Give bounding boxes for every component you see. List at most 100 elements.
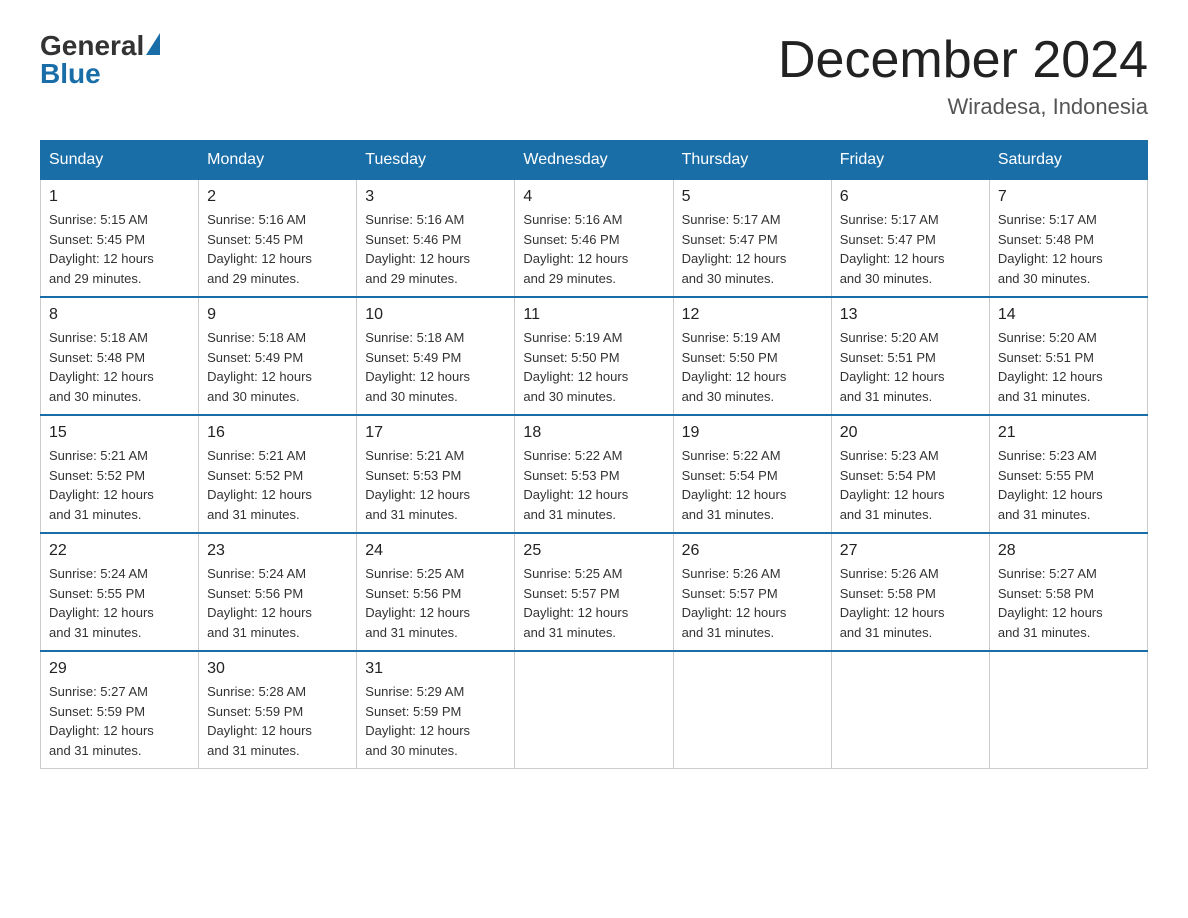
calendar-cell: 13 Sunrise: 5:20 AMSunset: 5:51 PMDaylig… [831, 297, 989, 415]
day-info: Sunrise: 5:22 AMSunset: 5:54 PMDaylight:… [682, 446, 823, 524]
calendar-week-1: 1 Sunrise: 5:15 AMSunset: 5:45 PMDayligh… [41, 180, 1148, 298]
day-number: 30 [207, 660, 348, 678]
calendar-cell: 30 Sunrise: 5:28 AMSunset: 5:59 PMDaylig… [199, 651, 357, 769]
day-number: 21 [998, 424, 1139, 442]
day-info: Sunrise: 5:19 AMSunset: 5:50 PMDaylight:… [523, 328, 664, 406]
day-number: 24 [365, 542, 506, 560]
day-info: Sunrise: 5:23 AMSunset: 5:54 PMDaylight:… [840, 446, 981, 524]
day-info: Sunrise: 5:22 AMSunset: 5:53 PMDaylight:… [523, 446, 664, 524]
day-info: Sunrise: 5:24 AMSunset: 5:55 PMDaylight:… [49, 564, 190, 642]
calendar-cell: 17 Sunrise: 5:21 AMSunset: 5:53 PMDaylig… [357, 415, 515, 533]
page-header: General Blue December 2024 Wiradesa, Ind… [40, 30, 1148, 120]
col-header-monday: Monday [199, 141, 357, 180]
day-number: 15 [49, 424, 190, 442]
day-info: Sunrise: 5:16 AMSunset: 5:46 PMDaylight:… [523, 210, 664, 288]
day-info: Sunrise: 5:25 AMSunset: 5:56 PMDaylight:… [365, 564, 506, 642]
day-info: Sunrise: 5:20 AMSunset: 5:51 PMDaylight:… [840, 328, 981, 406]
day-number: 11 [523, 306, 664, 324]
day-number: 2 [207, 188, 348, 206]
calendar-cell: 24 Sunrise: 5:25 AMSunset: 5:56 PMDaylig… [357, 533, 515, 651]
calendar-cell: 12 Sunrise: 5:19 AMSunset: 5:50 PMDaylig… [673, 297, 831, 415]
day-info: Sunrise: 5:26 AMSunset: 5:58 PMDaylight:… [840, 564, 981, 642]
calendar-cell: 8 Sunrise: 5:18 AMSunset: 5:48 PMDayligh… [41, 297, 199, 415]
calendar-cell: 19 Sunrise: 5:22 AMSunset: 5:54 PMDaylig… [673, 415, 831, 533]
day-info: Sunrise: 5:27 AMSunset: 5:58 PMDaylight:… [998, 564, 1139, 642]
day-number: 16 [207, 424, 348, 442]
day-info: Sunrise: 5:28 AMSunset: 5:59 PMDaylight:… [207, 682, 348, 760]
title-area: December 2024 Wiradesa, Indonesia [778, 30, 1148, 120]
day-number: 17 [365, 424, 506, 442]
calendar-week-4: 22 Sunrise: 5:24 AMSunset: 5:55 PMDaylig… [41, 533, 1148, 651]
logo-triangle-icon [146, 33, 160, 55]
day-number: 1 [49, 188, 190, 206]
calendar-cell: 16 Sunrise: 5:21 AMSunset: 5:52 PMDaylig… [199, 415, 357, 533]
calendar-cell: 1 Sunrise: 5:15 AMSunset: 5:45 PMDayligh… [41, 180, 199, 298]
calendar-cell: 23 Sunrise: 5:24 AMSunset: 5:56 PMDaylig… [199, 533, 357, 651]
day-info: Sunrise: 5:23 AMSunset: 5:55 PMDaylight:… [998, 446, 1139, 524]
calendar-cell: 10 Sunrise: 5:18 AMSunset: 5:49 PMDaylig… [357, 297, 515, 415]
day-info: Sunrise: 5:17 AMSunset: 5:48 PMDaylight:… [998, 210, 1139, 288]
day-info: Sunrise: 5:24 AMSunset: 5:56 PMDaylight:… [207, 564, 348, 642]
day-info: Sunrise: 5:18 AMSunset: 5:49 PMDaylight:… [207, 328, 348, 406]
calendar-table: SundayMondayTuesdayWednesdayThursdayFrid… [40, 140, 1148, 769]
calendar-cell: 9 Sunrise: 5:18 AMSunset: 5:49 PMDayligh… [199, 297, 357, 415]
calendar-cell: 11 Sunrise: 5:19 AMSunset: 5:50 PMDaylig… [515, 297, 673, 415]
day-info: Sunrise: 5:16 AMSunset: 5:46 PMDaylight:… [365, 210, 506, 288]
day-info: Sunrise: 5:29 AMSunset: 5:59 PMDaylight:… [365, 682, 506, 760]
day-number: 29 [49, 660, 190, 678]
calendar-cell: 31 Sunrise: 5:29 AMSunset: 5:59 PMDaylig… [357, 651, 515, 769]
day-info: Sunrise: 5:18 AMSunset: 5:49 PMDaylight:… [365, 328, 506, 406]
calendar-cell: 20 Sunrise: 5:23 AMSunset: 5:54 PMDaylig… [831, 415, 989, 533]
location-label: Wiradesa, Indonesia [778, 94, 1148, 120]
calendar-cell: 29 Sunrise: 5:27 AMSunset: 5:59 PMDaylig… [41, 651, 199, 769]
day-info: Sunrise: 5:19 AMSunset: 5:50 PMDaylight:… [682, 328, 823, 406]
day-number: 5 [682, 188, 823, 206]
day-number: 12 [682, 306, 823, 324]
day-info: Sunrise: 5:21 AMSunset: 5:52 PMDaylight:… [207, 446, 348, 524]
calendar-cell: 26 Sunrise: 5:26 AMSunset: 5:57 PMDaylig… [673, 533, 831, 651]
day-info: Sunrise: 5:27 AMSunset: 5:59 PMDaylight:… [49, 682, 190, 760]
day-info: Sunrise: 5:16 AMSunset: 5:45 PMDaylight:… [207, 210, 348, 288]
logo: General Blue [40, 30, 160, 90]
calendar-cell: 2 Sunrise: 5:16 AMSunset: 5:45 PMDayligh… [199, 180, 357, 298]
day-number: 26 [682, 542, 823, 560]
day-number: 23 [207, 542, 348, 560]
day-info: Sunrise: 5:21 AMSunset: 5:52 PMDaylight:… [49, 446, 190, 524]
col-header-wednesday: Wednesday [515, 141, 673, 180]
day-number: 31 [365, 660, 506, 678]
calendar-cell: 25 Sunrise: 5:25 AMSunset: 5:57 PMDaylig… [515, 533, 673, 651]
header-row: SundayMondayTuesdayWednesdayThursdayFrid… [41, 141, 1148, 180]
logo-blue-text: Blue [40, 58, 101, 90]
day-info: Sunrise: 5:15 AMSunset: 5:45 PMDaylight:… [49, 210, 190, 288]
day-number: 19 [682, 424, 823, 442]
day-info: Sunrise: 5:20 AMSunset: 5:51 PMDaylight:… [998, 328, 1139, 406]
calendar-cell: 6 Sunrise: 5:17 AMSunset: 5:47 PMDayligh… [831, 180, 989, 298]
day-number: 3 [365, 188, 506, 206]
calendar-week-5: 29 Sunrise: 5:27 AMSunset: 5:59 PMDaylig… [41, 651, 1148, 769]
calendar-cell: 7 Sunrise: 5:17 AMSunset: 5:48 PMDayligh… [989, 180, 1147, 298]
calendar-cell: 3 Sunrise: 5:16 AMSunset: 5:46 PMDayligh… [357, 180, 515, 298]
calendar-cell: 4 Sunrise: 5:16 AMSunset: 5:46 PMDayligh… [515, 180, 673, 298]
calendar-cell: 28 Sunrise: 5:27 AMSunset: 5:58 PMDaylig… [989, 533, 1147, 651]
day-number: 7 [998, 188, 1139, 206]
col-header-tuesday: Tuesday [357, 141, 515, 180]
day-number: 22 [49, 542, 190, 560]
day-number: 27 [840, 542, 981, 560]
calendar-cell: 14 Sunrise: 5:20 AMSunset: 5:51 PMDaylig… [989, 297, 1147, 415]
day-number: 25 [523, 542, 664, 560]
calendar-cell: 5 Sunrise: 5:17 AMSunset: 5:47 PMDayligh… [673, 180, 831, 298]
calendar-cell: 21 Sunrise: 5:23 AMSunset: 5:55 PMDaylig… [989, 415, 1147, 533]
day-info: Sunrise: 5:17 AMSunset: 5:47 PMDaylight:… [682, 210, 823, 288]
day-number: 13 [840, 306, 981, 324]
day-number: 18 [523, 424, 664, 442]
day-info: Sunrise: 5:18 AMSunset: 5:48 PMDaylight:… [49, 328, 190, 406]
col-header-thursday: Thursday [673, 141, 831, 180]
month-title: December 2024 [778, 30, 1148, 90]
calendar-cell [515, 651, 673, 769]
calendar-week-3: 15 Sunrise: 5:21 AMSunset: 5:52 PMDaylig… [41, 415, 1148, 533]
day-number: 6 [840, 188, 981, 206]
col-header-sunday: Sunday [41, 141, 199, 180]
calendar-cell: 22 Sunrise: 5:24 AMSunset: 5:55 PMDaylig… [41, 533, 199, 651]
day-number: 20 [840, 424, 981, 442]
calendar-cell [989, 651, 1147, 769]
